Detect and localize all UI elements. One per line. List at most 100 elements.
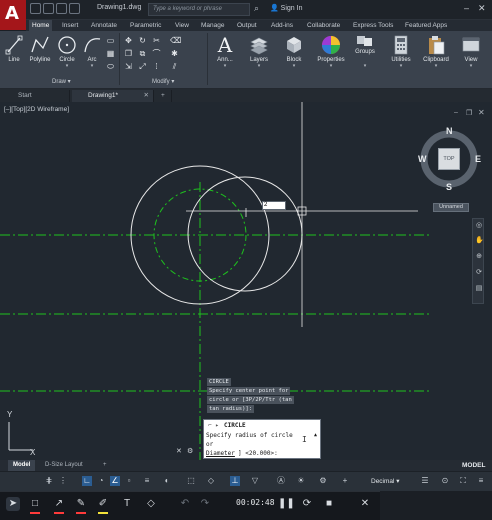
move-icon[interactable]: ✥ (124, 36, 133, 45)
highlighter-icon[interactable]: ✐ (96, 497, 110, 511)
add-layout-button[interactable]: + (98, 460, 112, 471)
redo-annotation-icon[interactable]: ↷ (198, 497, 212, 511)
view-tool-button[interactable]: View ▾ (458, 34, 484, 69)
pointer-tool-icon[interactable]: ➤ (6, 497, 20, 511)
layout-tab-model[interactable]: Model (8, 460, 36, 471)
layout-tab-dsize[interactable]: D-Size Layout (40, 460, 88, 471)
save-icon[interactable] (56, 3, 67, 14)
zoom-extents-icon[interactable]: ⊕ (475, 253, 483, 261)
annotation-dropdown-icon[interactable]: ▾ (212, 63, 238, 69)
block-dropdown-icon[interactable]: ▾ (281, 63, 307, 69)
close-tab-icon[interactable]: ✕ (144, 90, 149, 102)
tab-collaborate[interactable]: Collaborate (304, 20, 343, 31)
mirror-icon[interactable]: ⧉ (138, 49, 147, 58)
autocad-logo-button[interactable]: A (0, 0, 26, 30)
compass-north[interactable]: N (446, 126, 453, 136)
utilities-dropdown-icon[interactable]: ▾ (386, 63, 416, 69)
tab-addins[interactable]: Add-ins (268, 20, 296, 31)
viewport-close-icon[interactable]: ✕ (478, 108, 485, 117)
lineweight-icon[interactable]: ≡ (142, 476, 152, 486)
workspace-switch-icon[interactable]: ⚙ (318, 476, 328, 486)
showmotion-icon[interactable]: ▤ (475, 285, 483, 293)
sign-in-button[interactable]: 👤 Sign In (270, 4, 302, 12)
rectangle-icon[interactable]: ▭ (106, 36, 115, 45)
offset-icon[interactable]: ⫽ (170, 62, 179, 71)
viewcube-top-face[interactable]: TOP (438, 148, 460, 170)
tab-view[interactable]: View (172, 20, 192, 31)
model-space-indicator[interactable]: MODEL (462, 460, 485, 471)
ortho-icon[interactable]: ∟ (82, 476, 92, 486)
pan-icon[interactable]: ✋ (475, 237, 484, 245)
dynamic-input-field[interactable]: 2 (262, 201, 286, 210)
annotation-scale-icon[interactable]: Ⓐ (276, 476, 286, 486)
open-file-icon[interactable] (43, 3, 54, 14)
grid-icon[interactable]: ⋕ (44, 476, 54, 486)
viewport-controls-label[interactable]: [–][Top][2D Wireframe] (4, 106, 69, 113)
close-command-line-icon[interactable]: ✕ (176, 447, 182, 455)
polyline-tool-button[interactable]: Polyline (27, 34, 53, 63)
tab-home[interactable]: Home (29, 20, 53, 31)
command-scroll-up-icon[interactable]: ▲ (314, 432, 317, 438)
tab-insert[interactable]: Insert (59, 20, 81, 31)
utilities-tool-button[interactable]: Utilities ▾ (386, 34, 416, 69)
tab-featured-apps[interactable]: Featured Apps (402, 20, 450, 31)
tab-parametric[interactable]: Parametric (127, 20, 164, 31)
array-icon[interactable]: ⁞ (152, 62, 161, 71)
stretch-icon[interactable]: ⇲ (124, 62, 133, 71)
hatch-icon[interactable]: ▦ (106, 49, 115, 58)
compass-west[interactable]: W (418, 154, 427, 164)
annotation-visibility-icon[interactable]: ☀ (296, 476, 306, 486)
annotation-monitor-icon[interactable]: + (340, 476, 350, 486)
erase-icon[interactable]: ⌫ (170, 36, 181, 45)
tab-output[interactable]: Output (234, 20, 260, 31)
properties-tool-button[interactable]: Properties ▾ (314, 34, 348, 69)
steering-wheel-icon[interactable]: ◎ (475, 222, 483, 230)
arc-dropdown-icon[interactable]: ▾ (82, 63, 102, 69)
text-tool-icon[interactable]: T (120, 497, 134, 511)
line-tool-button[interactable]: Line (4, 34, 24, 63)
file-tab-drawing1[interactable]: Drawing1* ✕ (72, 90, 154, 102)
pause-recording-icon[interactable]: ❚❚ (278, 497, 295, 511)
fillet-icon[interactable]: ⌒ (152, 49, 161, 58)
eraser-icon[interactable]: ◇ (144, 497, 158, 511)
quick-properties-icon[interactable]: ☰ (420, 476, 430, 486)
minimize-icon[interactable]: – (464, 3, 474, 15)
copy-icon[interactable]: ❐ (124, 49, 133, 58)
circle-tool-button[interactable]: Circle ▾ (56, 34, 78, 69)
ucs-menu-button[interactable]: Unnamed (433, 203, 469, 212)
viewcube[interactable]: N S E W TOP (416, 124, 492, 200)
command-line[interactable]: ⌐ ▸ CIRCLE Specify radius of circle or D… (203, 419, 321, 459)
tab-manage[interactable]: Manage (198, 20, 228, 31)
search-icon[interactable]: ⌕ (254, 3, 266, 15)
arrow-draw-icon[interactable]: ↗ (52, 497, 66, 511)
undo-icon[interactable] (69, 3, 80, 14)
groups-tool-button[interactable]: Groups ▾ (352, 34, 378, 69)
diameter-option-link[interactable]: Diameter (206, 450, 235, 457)
close-window-icon[interactable]: ✕ (478, 3, 488, 15)
tab-express-tools[interactable]: Express Tools (350, 20, 396, 31)
tab-annotate[interactable]: Annotate (88, 20, 120, 31)
polar-tracking-icon[interactable]: ◔ (96, 476, 106, 486)
new-tab-button[interactable]: + (156, 90, 172, 102)
block-tool-button[interactable]: Block ▾ (281, 34, 307, 69)
compass-east[interactable]: E (475, 154, 481, 164)
trim-icon[interactable]: ✂ (152, 36, 161, 45)
annotation-tool-button[interactable]: A Ann... ▾ (212, 34, 238, 69)
properties-dropdown-icon[interactable]: ▾ (314, 63, 348, 69)
clipboard-dropdown-icon[interactable]: ▾ (420, 63, 452, 69)
ellipse-icon[interactable]: ⬭ (106, 62, 115, 71)
circle-dropdown-icon[interactable]: ▾ (56, 63, 78, 69)
new-file-icon[interactable] (30, 3, 41, 14)
orbit-icon[interactable]: ⟳ (475, 269, 483, 277)
explode-icon[interactable]: ✱ (170, 49, 179, 58)
selection-filter-icon[interactable]: ▽ (250, 476, 260, 486)
dynamic-ucs-icon[interactable]: ⊥ (230, 476, 240, 486)
units-dropdown[interactable]: Decimal ▾ (371, 477, 400, 485)
selection-cycling-icon[interactable]: ⬚ (186, 476, 196, 486)
clipboard-tool-button[interactable]: Clipboard ▾ (420, 34, 452, 69)
draw-panel-title[interactable]: Draw ▾ (52, 78, 71, 85)
stop-recording-icon[interactable]: ■ (322, 497, 336, 511)
modify-panel-title[interactable]: Modify ▾ (152, 78, 174, 85)
pen-draw-icon[interactable]: ✎ (74, 497, 88, 511)
snap-mode-icon[interactable]: ⋮ (58, 476, 68, 486)
